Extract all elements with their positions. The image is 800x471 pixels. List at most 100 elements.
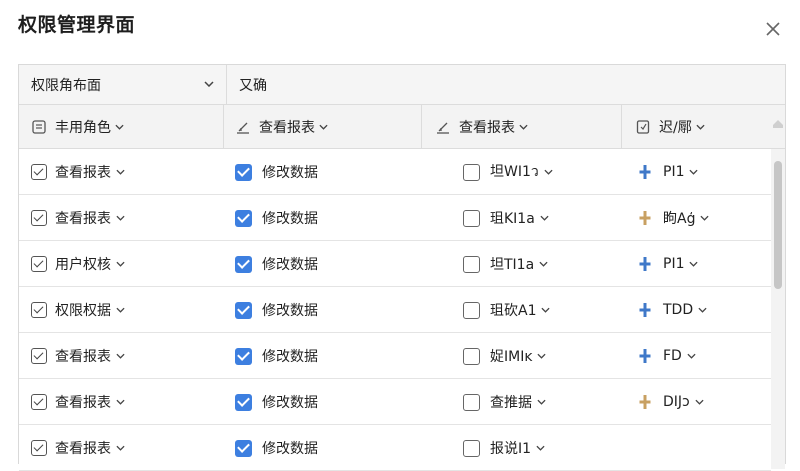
role-label: 查看报表: [55, 441, 111, 457]
column-header-label: 迟/鄏: [659, 120, 692, 136]
perm-checkbox-checked[interactable]: [235, 393, 252, 411]
extra-cell[interactable]: 娖IMIĸ: [463, 333, 547, 379]
table-toolbar: 权限角布面 又确: [19, 65, 785, 105]
role-checkbox[interactable]: [31, 302, 47, 318]
role-cell[interactable]: 查看报表: [31, 333, 125, 379]
role-cell[interactable]: 查看报表: [31, 195, 125, 241]
chart-icon: [437, 122, 449, 134]
role-checkbox[interactable]: [31, 348, 47, 364]
tag-label: TDD: [663, 302, 694, 318]
perm-cell: 修改数据: [235, 195, 318, 241]
extra-cell[interactable]: 报说I1: [463, 425, 545, 471]
chevron-down-icon: [698, 307, 707, 313]
chevron-down-icon: [539, 261, 548, 267]
column-header-misc[interactable]: 迟/鄏: [635, 105, 713, 149]
table-row: 用户权核 修改数据 坦TI1a PI1: [19, 241, 771, 287]
role-label: 查看报表: [55, 349, 111, 365]
chevron-down-icon: [541, 307, 551, 313]
extra-cell[interactable]: 珇砍A1: [463, 287, 551, 333]
scroll-up-icon[interactable]: [771, 117, 785, 131]
extra-checkbox[interactable]: [463, 393, 480, 411]
vertical-scrollbar[interactable]: [771, 149, 785, 469]
perm-checkbox-checked[interactable]: [235, 255, 252, 273]
role-cell[interactable]: 查看报表: [31, 425, 125, 471]
tag-cell[interactable]: 眗Aģ: [639, 195, 710, 241]
extra-checkbox[interactable]: [463, 255, 480, 273]
perm-label: 修改数据: [262, 257, 318, 273]
role-cell[interactable]: 用户权核: [31, 241, 125, 287]
perm-label: 修改数据: [262, 395, 318, 411]
chevron-down-icon: [116, 399, 125, 405]
chevron-down-icon: [695, 399, 704, 405]
tag-label: PI1: [663, 256, 685, 272]
confirm-field[interactable]: 又确: [239, 65, 267, 105]
permission-dialog: 权限管理界面 权限角布面 又确 丰用角色 查看报表 查看报表 迟/鄏 查看报表 …: [0, 0, 800, 471]
close-button[interactable]: [764, 20, 782, 38]
chevron-down-icon: [116, 215, 125, 221]
perm-label: 修改数据: [262, 165, 318, 181]
extra-label: 坦TI1a: [490, 257, 535, 273]
confirm-label: 又确: [239, 78, 267, 94]
extra-cell[interactable]: 查推据: [463, 379, 546, 425]
chevron-down-icon: [519, 124, 528, 130]
role-cell[interactable]: 查看报表: [31, 149, 125, 195]
chevron-down-icon: [116, 353, 125, 359]
permission-table: 权限角布面 又确 丰用角色 查看报表 查看报表 迟/鄏 查看报表 修改数据 坦W…: [18, 64, 786, 471]
role-cell[interactable]: 查看报表: [31, 379, 125, 425]
table-row: 查看报表 修改数据 珇KI1a 眗Aģ: [19, 195, 771, 241]
role-checkbox[interactable]: [31, 164, 47, 180]
chevron-down-icon: [116, 307, 125, 313]
scrollbar-thumb[interactable]: [774, 161, 782, 289]
table-row: 权限权据 修改数据 珇砍A1 TDD: [19, 287, 771, 333]
chevron-down-icon: [116, 169, 125, 175]
extra-cell[interactable]: 坦TI1a: [463, 241, 548, 287]
plus-tag-icon: [639, 395, 651, 409]
extra-label: 珇KI1a: [490, 211, 535, 227]
tag-label: PI1: [663, 164, 685, 180]
role-checkbox[interactable]: [31, 440, 47, 456]
extra-label: 报说I1: [490, 441, 532, 457]
perm-checkbox-checked[interactable]: [235, 301, 252, 319]
chevron-down-icon: [537, 399, 546, 405]
role-checkbox[interactable]: [31, 256, 47, 272]
tag-cell[interactable]: PI1: [639, 149, 699, 195]
extra-label: 珇砍A1: [490, 303, 537, 319]
extra-checkbox[interactable]: [463, 209, 480, 227]
role-checkbox[interactable]: [31, 210, 47, 226]
extra-label: 查推据: [490, 395, 532, 411]
column-header-role[interactable]: 丰用角色: [31, 105, 132, 149]
plus-tag-icon: [639, 165, 651, 179]
chevron-down-icon: [536, 445, 545, 451]
tag-cell[interactable]: DIJɔ: [639, 379, 704, 425]
perm-checkbox-checked[interactable]: [235, 439, 252, 457]
perm-cell: 修改数据: [235, 425, 318, 471]
extra-checkbox[interactable]: [463, 439, 480, 457]
column-header-view-report[interactable]: 查看报表: [235, 105, 336, 149]
extra-checkbox[interactable]: [463, 163, 480, 181]
column-header-label: 丰用角色: [55, 120, 111, 136]
table-body: 查看报表 修改数据 坦WI1ว PI1 查看报表 修改数据 珇KI1a 眗Aģ …: [19, 149, 771, 471]
chevron-down-icon: [700, 215, 710, 221]
role-label: 查看报表: [55, 211, 111, 227]
role-checkbox[interactable]: [31, 394, 47, 410]
role-label: 用户权核: [55, 257, 111, 273]
column-header-view-report-2[interactable]: 查看报表: [435, 105, 536, 149]
perm-cell: 修改数据: [235, 287, 318, 333]
extra-cell[interactable]: 珇KI1a: [463, 195, 549, 241]
extra-checkbox[interactable]: [463, 301, 480, 319]
extra-cell[interactable]: 坦WI1ว: [463, 149, 553, 195]
tag-cell[interactable]: PI1: [639, 241, 699, 287]
perm-checkbox-checked[interactable]: [235, 209, 252, 227]
role-cell[interactable]: 权限权据: [31, 287, 125, 333]
perm-checkbox-checked[interactable]: [235, 347, 252, 365]
role-select[interactable]: 权限角布面: [19, 65, 227, 105]
chevron-down-icon: [116, 261, 125, 267]
doc-icon: [636, 120, 650, 134]
tag-cell[interactable]: FD: [639, 333, 696, 379]
chevron-down-icon: [544, 169, 553, 175]
tag-label: 眗Aģ: [663, 211, 696, 227]
perm-checkbox-checked[interactable]: [235, 163, 252, 181]
tag-cell[interactable]: TDD: [639, 287, 707, 333]
extra-checkbox[interactable]: [463, 347, 480, 365]
dialog-title: 权限管理界面: [18, 14, 136, 36]
